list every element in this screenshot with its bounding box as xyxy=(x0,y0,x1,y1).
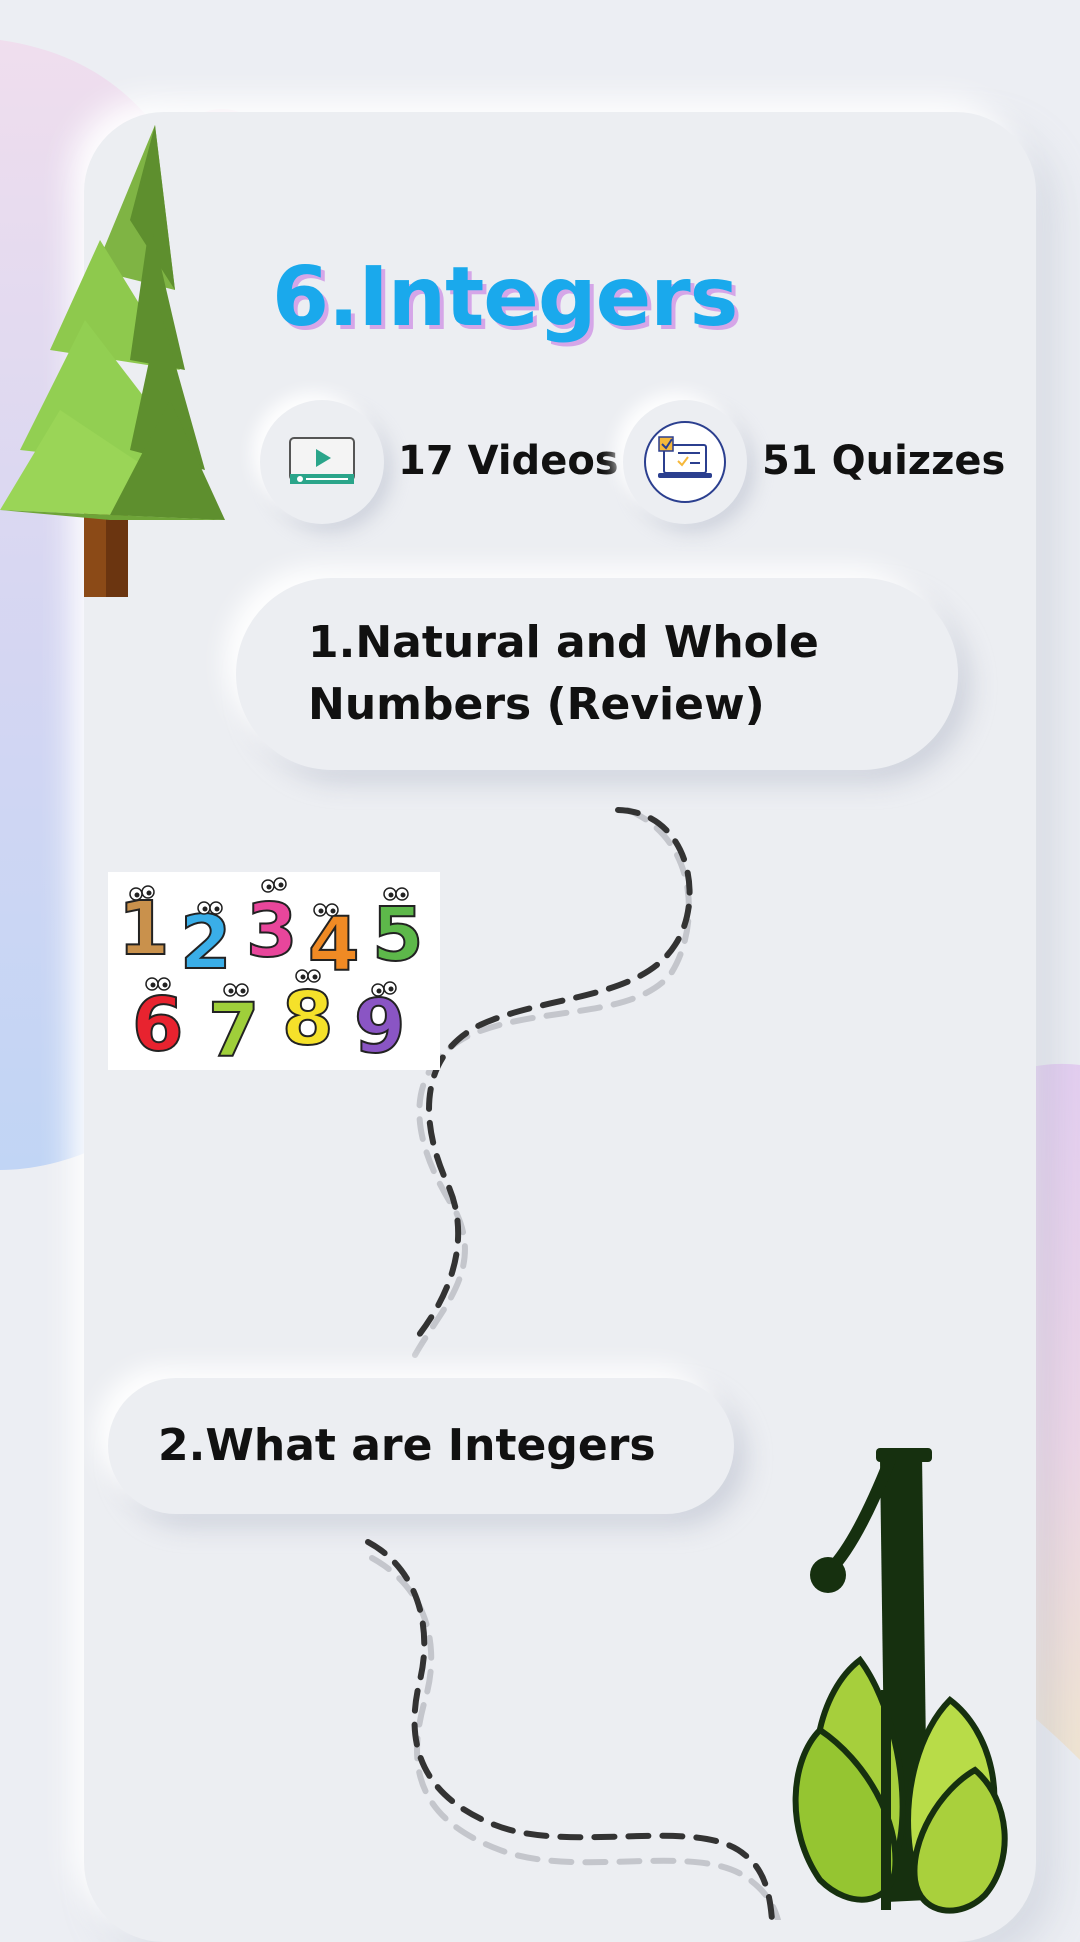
number-one-plant-illustration xyxy=(792,1448,1008,1914)
